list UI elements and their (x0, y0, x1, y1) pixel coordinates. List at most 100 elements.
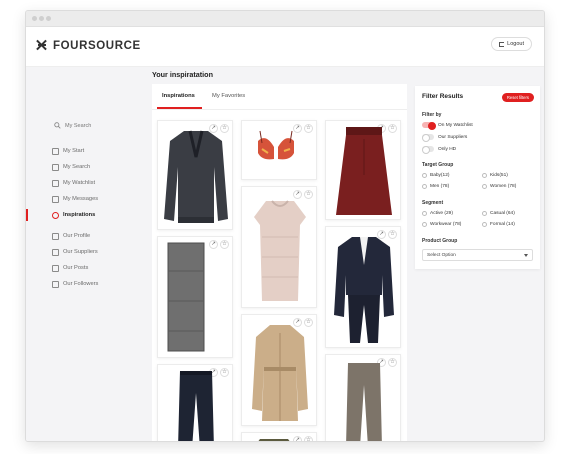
brand-logo[interactable]: FOURSOURCE (34, 38, 141, 53)
segment-option[interactable]: Casual (64) (482, 211, 515, 216)
jacket-image (258, 439, 290, 441)
sidebar-item-label: Our Profile (63, 233, 91, 239)
radio-button[interactable] (422, 222, 427, 227)
bikini-image (258, 130, 294, 160)
toggle-switch[interactable] (422, 134, 434, 142)
radio-button[interactable] (482, 222, 487, 227)
inspiration-card[interactable]: ↗☆ (241, 314, 317, 426)
reset-filters-button[interactable]: Reset filters (501, 93, 534, 102)
window-dot (39, 16, 44, 21)
posts-icon (52, 264, 59, 272)
sidebar-item-label: My Messages (63, 196, 99, 202)
sidebar-item-label: My Search (63, 164, 91, 170)
inspiration-card[interactable]: ↗☆ (157, 120, 233, 230)
sidebar-item-our-profile[interactable]: Our Profile (26, 228, 151, 244)
window-dot (32, 16, 37, 21)
toggle-switch[interactable] (422, 122, 436, 130)
sidebar-nav: My Start My Search My Watchlist My Messa… (26, 143, 151, 292)
target-group-label: Target Group (422, 162, 454, 168)
radio-button[interactable] (422, 211, 427, 216)
toggle-label: Only HD (438, 146, 457, 152)
logo-icon (34, 38, 49, 53)
option-label: Baby(12) (430, 173, 450, 178)
inspiration-card[interactable]: ↗☆ (325, 354, 401, 441)
chevron-down-icon (524, 254, 528, 257)
sidebar-item-label: My Watchlist (63, 180, 96, 186)
logout-label: Logout (507, 41, 524, 47)
inspiration-card[interactable]: ↗☆ (241, 186, 317, 308)
sidebar-search[interactable]: My Search (54, 122, 91, 129)
sidebar-item-my-start[interactable]: My Start (26, 143, 151, 159)
segment-option[interactable]: Formal (14) (482, 222, 515, 227)
filter-by-label: Filter by (422, 112, 442, 118)
option-label: Casual (64) (490, 211, 515, 216)
toggle-label: Our Suppliers (438, 134, 468, 140)
sidebar-item-label: My Start (63, 148, 85, 154)
trousers-image (346, 363, 382, 441)
select-placeholder: Select Option (427, 252, 456, 258)
scarf-image (167, 242, 205, 352)
trench-coat-image (252, 325, 308, 421)
inspiration-card[interactable]: ↗☆ (157, 364, 233, 441)
radio-button[interactable] (482, 184, 487, 189)
window-dot (46, 16, 51, 21)
suit-image (334, 237, 394, 343)
sidebar-item-my-messages[interactable]: My Messages (26, 191, 151, 207)
inspiration-panel: Inspirations My Favorites ↗ ☆ ↗ ☆ ↗ ☆ ↗ … (152, 84, 407, 441)
inspiration-card[interactable]: ↗☆ (241, 120, 317, 180)
segment-option[interactable]: Active (29) (422, 211, 453, 216)
active-tab-indicator (157, 107, 202, 109)
sidebar-item-label: Inspirations (63, 212, 96, 218)
lace-top-image (254, 200, 306, 301)
sidebar-item-our-followers[interactable]: Our Followers (26, 276, 151, 292)
top-bar: FOURSOURCE Logout (26, 27, 544, 67)
filter-title: Filter Results (422, 93, 464, 100)
inspiration-card[interactable]: ↗☆ (325, 226, 401, 348)
inspiration-card[interactable]: ↗☆ (157, 236, 233, 358)
sidebar-item-our-suppliers[interactable]: Our Suppliers (26, 244, 151, 260)
option-label: Workwear (78) (430, 222, 462, 227)
inspiration-card[interactable]: ↗☆ (241, 432, 317, 441)
jeans-image (178, 371, 214, 441)
option-label: Women (78) (490, 184, 517, 189)
favorite-star-icon[interactable]: ☆ (220, 368, 229, 377)
favorite-star-icon[interactable]: ☆ (220, 240, 229, 249)
option-label: Men (78) (430, 184, 450, 189)
logout-button[interactable]: Logout (491, 37, 532, 51)
target-group-option[interactable]: Men (78) (422, 184, 449, 189)
tab-inspirations[interactable]: Inspirations (162, 93, 195, 99)
profile-icon (52, 232, 59, 240)
toggle-on-my-watchlist[interactable]: On My Watchlist (422, 122, 473, 130)
target-group-option[interactable]: Kids(51) (482, 173, 508, 178)
radio-button[interactable] (482, 211, 487, 216)
page-title: Your inspiratation (152, 70, 213, 79)
share-icon[interactable]: ↗ (209, 240, 218, 249)
sidebar-item-label: Our Posts (63, 265, 89, 271)
filter-panel: Filter Results Reset filters Filter by O… (415, 86, 540, 269)
radio-button[interactable] (482, 173, 487, 178)
sidebar-item-inspirations[interactable]: Inspirations (26, 207, 151, 223)
tab-bar: Inspirations My Favorites (152, 84, 407, 110)
product-group-select[interactable]: Select Option (422, 249, 533, 261)
sweater-image (164, 130, 228, 223)
favorite-star-icon[interactable]: ☆ (304, 436, 313, 441)
bookmark-icon (52, 179, 59, 187)
sidebar-item-our-posts[interactable]: Our Posts (26, 260, 151, 276)
toggle-our-suppliers[interactable]: Our Suppliers (422, 134, 468, 142)
radio-button[interactable] (422, 184, 427, 189)
tab-my-favorites[interactable]: My Favorites (212, 93, 245, 99)
favorite-star-icon[interactable]: ☆ (388, 358, 397, 367)
brand-name: FOURSOURCE (53, 39, 141, 52)
inspiration-card[interactable]: ↗☆ (325, 120, 401, 220)
target-group-option[interactable]: Baby(12) (422, 173, 449, 178)
sidebar-item-my-search[interactable]: My Search (26, 159, 151, 175)
radio-button[interactable] (422, 173, 427, 178)
toggle-switch[interactable] (422, 146, 434, 154)
sidebar-search-label: My Search (65, 122, 92, 129)
segment-option[interactable]: Workwear (78) (422, 222, 461, 227)
share-icon[interactable]: ↗ (293, 436, 302, 441)
favorite-star-icon[interactable]: ☆ (304, 124, 313, 133)
toggle-only-hd[interactable]: Only HD (422, 146, 457, 154)
target-group-option[interactable]: Women (78) (482, 184, 516, 189)
sidebar-item-my-watchlist[interactable]: My Watchlist (26, 175, 151, 191)
